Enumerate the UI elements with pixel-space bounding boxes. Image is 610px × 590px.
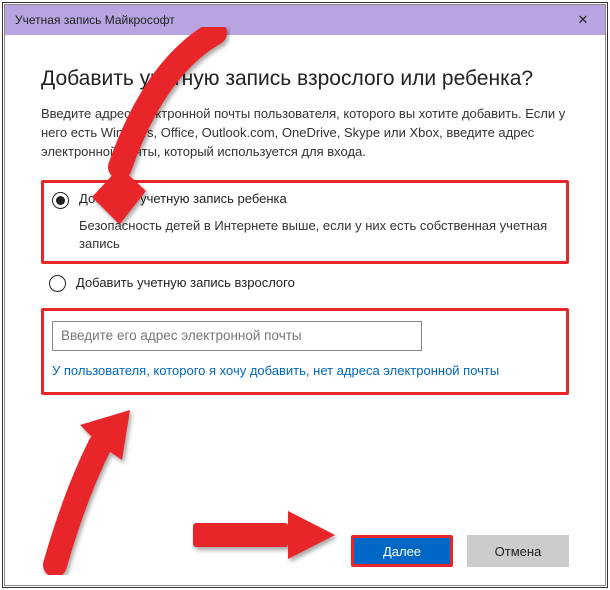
- radio-child[interactable]: Добавить учетную запись ребенка: [52, 191, 558, 209]
- dialog-window: Учетная запись Майкрософт ✕ Добавить уче…: [4, 4, 606, 586]
- email-section-highlight: Введите его адрес электронной почты У по…: [41, 308, 569, 395]
- radio-dot-icon: [56, 196, 65, 205]
- radio-child-label: Добавить учетную запись ребенка: [79, 191, 287, 206]
- child-option-highlight: Добавить учетную запись ребенка Безопасн…: [41, 180, 569, 264]
- close-button[interactable]: ✕: [561, 5, 605, 35]
- radio-child-desc: Безопасность детей в Интернете выше, есл…: [79, 217, 558, 253]
- radio-adult-label: Добавить учетную запись взрослого: [76, 275, 295, 290]
- radio-icon-unselected: [49, 275, 66, 292]
- no-email-link[interactable]: У пользователя, которого я хочу добавить…: [52, 363, 558, 378]
- next-button-label: Далее: [383, 544, 421, 559]
- close-icon: ✕: [578, 12, 589, 28]
- footer: Далее Отмена: [351, 535, 569, 567]
- email-placeholder: Введите его адрес электронной почты: [61, 328, 302, 343]
- page-description: Введите адрес электронной почты пользова…: [41, 105, 569, 162]
- radio-adult[interactable]: Добавить учетную запись взрослого: [49, 274, 569, 292]
- radio-icon-selected: [52, 192, 69, 209]
- window-title: Учетная запись Майкрософт: [15, 13, 175, 27]
- content-area: Добавить учетную запись взрослого или ре…: [5, 35, 605, 585]
- cancel-button[interactable]: Отмена: [467, 535, 569, 567]
- arrow-icon: [185, 505, 345, 565]
- next-button[interactable]: Далее: [351, 535, 453, 567]
- titlebar: Учетная запись Майкрософт ✕: [5, 5, 605, 35]
- arrow-icon: [25, 405, 155, 575]
- page-title: Добавить учетную запись взрослого или ре…: [41, 67, 569, 91]
- cancel-button-label: Отмена: [495, 544, 542, 559]
- email-field[interactable]: Введите его адрес электронной почты: [52, 321, 422, 351]
